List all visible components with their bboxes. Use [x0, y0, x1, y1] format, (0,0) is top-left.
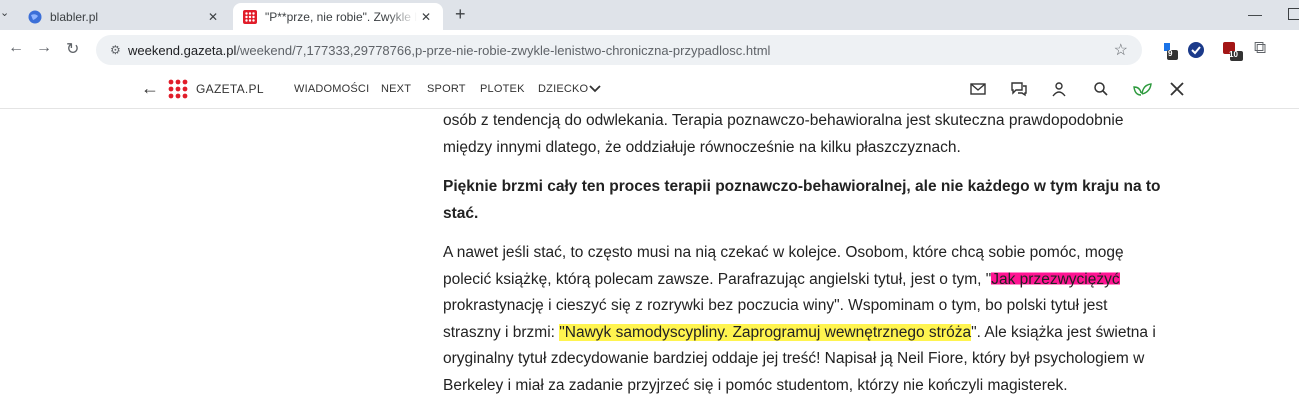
close-icon[interactable]: [1168, 80, 1186, 98]
gazeta-favicon-icon: [243, 9, 257, 24]
yellow-highlight: "Nawyk samodyscypliny. Zaprogramuj wewnę…: [559, 323, 972, 341]
reload-icon[interactable]: ↻: [66, 39, 79, 59]
extension-badge: 9: [1168, 49, 1173, 58]
pink-highlight: Jak przezwyciężyć: [991, 270, 1120, 288]
chevron-down-icon[interactable]: [589, 84, 601, 94]
tab-title: "P**prze, nie robie". Zwykle leni: [265, 9, 417, 24]
browser-toolbar: ← → ↻ ⚙ weekend.gazeta.pl/weekend/7,1773…: [0, 30, 1299, 70]
nav-wiadomosci[interactable]: WIADOMOŚCI: [294, 83, 369, 95]
tab-close-icon[interactable]: ✕: [417, 10, 435, 24]
url-text[interactable]: weekend.gazeta.pl/weekend/7,177333,29778…: [128, 43, 770, 58]
extensions-puzzle-icon[interactable]: ⧉: [1254, 38, 1266, 58]
address-bar[interactable]: ⚙ weekend.gazeta.pl/weekend/7,177333,297…: [96, 35, 1142, 65]
maximize-icon[interactable]: [1288, 8, 1299, 20]
tab-close-icon[interactable]: ✕: [204, 10, 222, 24]
back-arrow-icon[interactable]: ←: [141, 78, 159, 99]
text-line: A nawet jeśli stać, to często musi na ni…: [443, 244, 1124, 261]
comments-icon[interactable]: [1010, 80, 1028, 98]
new-tab-plus-icon[interactable]: +: [455, 4, 466, 25]
extension-badge: 10: [1229, 50, 1238, 59]
back-arrow-icon[interactable]: ←: [8, 39, 24, 57]
paragraph-3: A nawet jeśli stać, to często musi na ni…: [443, 240, 1156, 399]
tab-strip: ⌄ blabler.pl ✕ "P**prze, nie robie". Zwy…: [0, 0, 1299, 30]
gazeta-logo-icon[interactable]: [168, 79, 188, 99]
question-paragraph: Pięknie brzmi cały ten proces terapii po…: [443, 174, 1161, 227]
globe-favicon-icon: [28, 10, 42, 23]
text-line: straszny i brzmi: "Nawyk samodyscypliny.…: [443, 323, 1156, 341]
tab-search-chevron-icon[interactable]: ⌄: [0, 6, 9, 19]
nav-plotek[interactable]: PLOTEK: [480, 83, 525, 95]
forward-arrow-icon[interactable]: →: [36, 39, 52, 57]
site-navbar: ← GAZETA.PL WIADOMOŚCI NEXT SPORT PLOTEK…: [0, 70, 1299, 109]
mail-icon[interactable]: [969, 80, 987, 98]
user-icon[interactable]: [1050, 80, 1068, 98]
leaf-icon[interactable]: [1131, 80, 1153, 98]
nav-dziecko[interactable]: DZIECKO: [538, 83, 588, 95]
nav-sport[interactable]: SPORT: [427, 83, 466, 95]
minimize-icon[interactable]: —: [1248, 6, 1262, 22]
tab-title: blabler.pl: [50, 9, 99, 24]
site-info-icon[interactable]: ⚙: [110, 43, 121, 57]
text-line: oryginalny tytuł zdecydowanie bardziej o…: [443, 350, 1145, 367]
bookmark-star-icon[interactable]: ☆: [1114, 40, 1128, 60]
check-circle-extension-icon[interactable]: [1187, 41, 1205, 59]
search-icon[interactable]: [1092, 80, 1110, 98]
text-line: stać.: [443, 204, 479, 222]
text-line: Berkeley i miał za zadanie przyjrzeć się…: [443, 376, 1068, 394]
tab-gazeta[interactable]: "P**prze, nie robie". Zwykle leni ✕: [233, 3, 443, 30]
nav-next[interactable]: NEXT: [381, 83, 411, 95]
text-line: osób z tendencją do odwlekania. Terapia …: [443, 112, 1124, 129]
text-line: Pięknie brzmi cały ten proces terapii po…: [443, 178, 1161, 195]
text-line: polecić książkę, którą polecam zawsze. P…: [443, 270, 1120, 288]
paragraph-1: osób z tendencją do odwlekania. Terapia …: [443, 108, 1123, 161]
tab-blabler[interactable]: blabler.pl ✕: [18, 3, 230, 30]
site-logo-text[interactable]: GAZETA.PL: [196, 82, 264, 96]
text-line: prokrastynację i cieszyć się z rozrywki …: [443, 297, 1108, 314]
text-line: między innymi dlatego, że oddziałuje rów…: [443, 138, 961, 156]
